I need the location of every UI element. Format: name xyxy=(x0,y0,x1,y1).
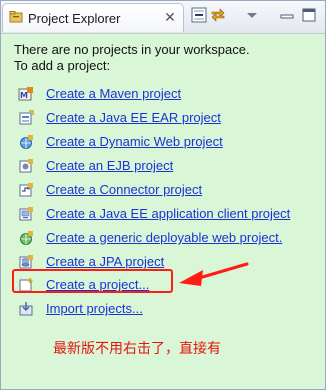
import-icon xyxy=(18,301,34,317)
intro-line: There are no projects in your workspace. xyxy=(14,42,250,57)
link-label[interactable]: Create a Java EE application client proj… xyxy=(46,206,290,221)
intro-line: To add a project: xyxy=(14,58,111,73)
link-with-editor-button[interactable] xyxy=(208,5,228,25)
maximize-button[interactable] xyxy=(299,5,319,25)
intro-text: There are no projects in your workspace.… xyxy=(14,42,250,74)
view-titlebar: Project Explorer ✕ xyxy=(1,1,325,34)
ejb-project-icon xyxy=(18,158,34,174)
collapse-all-button[interactable] xyxy=(189,5,209,25)
app-client-project-icon xyxy=(18,206,34,222)
link-label[interactable]: Create an EJB project xyxy=(46,158,173,173)
empty-workspace-panel: There are no projects in your workspace.… xyxy=(1,34,325,389)
link-label[interactable]: Create a JPA project xyxy=(46,254,164,269)
maven-project-icon: M xyxy=(18,86,34,102)
connector-project-icon xyxy=(18,182,34,198)
link-label[interactable]: Create a Dynamic Web project xyxy=(46,134,223,149)
annotation-note: 最新版不用右击了，直接有 xyxy=(53,340,221,356)
link-label[interactable]: Create a Java EE EAR project xyxy=(46,110,221,125)
minimize-button[interactable] xyxy=(277,5,297,25)
generic-web-project-icon xyxy=(18,230,34,246)
tab-project-explorer[interactable]: Project Explorer ✕ xyxy=(2,3,184,32)
web-project-icon xyxy=(18,134,34,150)
link-label[interactable]: Create a Maven project xyxy=(46,86,181,101)
tab-label: Project Explorer xyxy=(28,11,121,26)
maximize-icon xyxy=(302,8,316,22)
svg-text:M: M xyxy=(20,91,28,100)
view-menu-icon xyxy=(247,13,257,18)
link-label[interactable]: Create a Connector project xyxy=(46,182,202,197)
jpa-project-icon xyxy=(18,254,34,270)
project-explorer-icon xyxy=(9,10,23,24)
annotation-arrow-icon xyxy=(179,262,249,286)
close-icon[interactable]: ✕ xyxy=(163,9,177,25)
annotation-highlight-box xyxy=(12,269,173,293)
link-label[interactable]: Import projects... xyxy=(46,301,143,316)
collapse-all-icon xyxy=(191,7,207,23)
ear-project-icon xyxy=(18,110,34,126)
view-menu-button[interactable] xyxy=(242,5,262,25)
link-with-editor-icon xyxy=(211,8,225,22)
link-label[interactable]: Create a generic deployable web project. xyxy=(46,230,282,245)
minimize-icon xyxy=(280,14,294,19)
project-explorer-view: Project Explorer ✕ There are no projects… xyxy=(0,0,326,390)
